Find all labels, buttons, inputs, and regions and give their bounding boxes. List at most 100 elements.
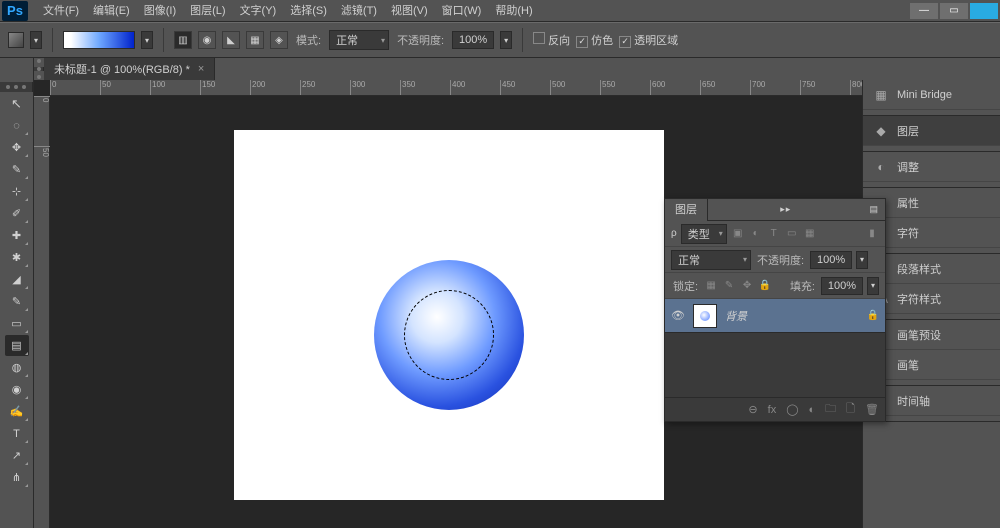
document-tab[interactable]: 未标题-1 @ 100%(RGB/8) * × (44, 58, 215, 80)
layer-fill-field[interactable]: 100% (821, 277, 863, 295)
filter-adjust-icon[interactable]: ◐ (749, 227, 763, 241)
filter-pixel-icon[interactable]: ▣ (731, 227, 745, 241)
dock-label: 图层 (897, 123, 919, 139)
layer-fill-dropdown[interactable]: ▾ (867, 277, 879, 295)
dock-label: 时间轴 (897, 393, 930, 409)
menu-window[interactable]: 窗口(W) (435, 0, 489, 22)
menu-image[interactable]: 图像(I) (137, 0, 183, 22)
minimize-button[interactable]: — (910, 3, 938, 19)
ruler-tick: 600 (650, 80, 665, 96)
filter-shape-icon[interactable]: ▭ (785, 227, 799, 241)
lock-transparent-icon[interactable]: ▦ (704, 279, 718, 293)
layer-fx-icon[interactable]: fx (768, 404, 777, 416)
menu-type[interactable]: 文字(Y) (233, 0, 284, 22)
crop-tool[interactable]: ⊹ (5, 181, 29, 202)
close-button[interactable] (970, 3, 998, 19)
separator (163, 28, 164, 52)
gradient-linear-icon[interactable]: ▥ (174, 31, 192, 49)
marquee-tool[interactable]: ◌ (5, 115, 29, 136)
lock-position-icon[interactable]: ✥ (740, 279, 754, 293)
layer-lock-row: 锁定: ▦ ✎ ✥ 🔒 填充: 100% ▾ (665, 273, 885, 299)
blend-mode-dropdown[interactable]: 正常 (329, 30, 389, 50)
gradient-radial-icon[interactable]: ◉ (198, 31, 216, 49)
menu-help[interactable]: 帮助(H) (488, 0, 539, 22)
layers-tab[interactable]: 图层 (665, 199, 708, 221)
gradient-diamond-icon[interactable]: ◈ (270, 31, 288, 49)
dock-label: 段落样式 (897, 261, 941, 277)
eraser-tool[interactable]: ▭ (5, 313, 29, 334)
eyedropper-tool[interactable]: ✐ (5, 203, 29, 224)
filter-kind-dropdown[interactable]: 类型 (681, 224, 727, 244)
layer-opacity-dropdown[interactable]: ▾ (856, 251, 868, 269)
opacity-dropdown[interactable]: ▾ (500, 31, 512, 49)
visibility-icon[interactable]: 👁 (671, 309, 685, 322)
filter-toggle[interactable]: ▮ (865, 227, 879, 241)
blur-tool[interactable]: ◍ (5, 357, 29, 378)
menu-bar: Ps 文件(F) 编辑(E) 图像(I) 图层(L) 文字(Y) 选择(S) 滤… (0, 0, 1000, 22)
layer-row-background[interactable]: 👁 背景 🔒 (665, 299, 885, 333)
reverse-checkbox[interactable]: 反向 (533, 32, 570, 48)
dock-item-调整[interactable]: ◐调整 (863, 152, 1000, 182)
brush-tool[interactable]: ✱ (5, 247, 29, 268)
dock-label: 字符 (897, 225, 919, 241)
pen-tool[interactable]: ✍ (5, 401, 29, 422)
stamp-tool[interactable]: ◢ (5, 269, 29, 290)
layer-blend-dropdown[interactable]: 正常 (671, 250, 751, 270)
gradient-reflected-icon[interactable]: ▦ (246, 31, 264, 49)
menu-file[interactable]: 文件(F) (36, 0, 86, 22)
group-icon[interactable]: 🗀 (825, 400, 836, 419)
panel-collapse-icon[interactable]: ▸▸ (774, 204, 797, 215)
filter-type-icon[interactable]: T (767, 227, 781, 241)
lock-all-icon[interactable]: 🔒 (758, 279, 772, 293)
ruler-tick: 150 (200, 80, 215, 96)
ruler-tick: 50 (100, 80, 111, 96)
tab-handle-icon[interactable] (34, 67, 44, 71)
ruler-horizontal: 0501001502002503003504004505005506006507… (50, 80, 862, 96)
panel-menu-icon[interactable]: ▤ (863, 204, 885, 215)
menu-edit[interactable]: 编辑(E) (86, 0, 137, 22)
document-canvas[interactable] (234, 130, 664, 500)
history-brush-tool[interactable]: ✎ (5, 291, 29, 312)
new-layer-icon[interactable]: 🗋 (846, 400, 855, 419)
wand-tool[interactable]: ✎ (5, 159, 29, 180)
maximize-button[interactable]: ▭ (940, 3, 968, 19)
menu-layer[interactable]: 图层(L) (183, 0, 232, 22)
layer-name[interactable]: 背景 (725, 308, 747, 324)
filter-smart-icon[interactable]: ▦ (803, 227, 817, 241)
layer-mask-icon[interactable]: ◯ (786, 403, 798, 416)
gradient-tool[interactable]: ▤ (5, 335, 29, 356)
heal-tool[interactable]: ✚ (5, 225, 29, 246)
layer-thumbnail[interactable] (693, 304, 717, 328)
gradient-picker[interactable] (63, 31, 135, 49)
dock-item-图层[interactable]: ◆图层 (863, 116, 1000, 146)
toolbox-handle[interactable] (0, 82, 33, 92)
canvas-area[interactable]: 0501001502002503003504004505005506006507… (34, 80, 862, 528)
move-tool[interactable]: ↖ (5, 93, 29, 114)
close-tab-icon[interactable]: × (198, 63, 204, 75)
opacity-field[interactable]: 100% (452, 31, 494, 49)
tool-preset-dropdown[interactable]: ▾ (30, 31, 42, 49)
adjustment-layer-icon[interactable]: ◐ (809, 404, 816, 416)
dock-item-Mini Bridge[interactable]: ▦Mini Bridge (863, 80, 1000, 110)
path-tool[interactable]: ↗ (5, 445, 29, 466)
menu-select[interactable]: 选择(S) (283, 0, 334, 22)
type-tool[interactable]: T (5, 423, 29, 444)
menu-filter[interactable]: 滤镜(T) (334, 0, 384, 22)
dodge-tool[interactable]: ◉ (5, 379, 29, 400)
lasso-tool[interactable]: ✥ (5, 137, 29, 158)
gradient-dropdown[interactable]: ▾ (141, 31, 153, 49)
dither-checkbox[interactable]: 仿色 (576, 32, 613, 48)
tool-preset-icon[interactable] (8, 32, 24, 48)
lock-pixel-icon[interactable]: ✎ (722, 279, 736, 293)
marquee-selection (404, 290, 494, 380)
transparency-checkbox[interactable]: 透明区域 (619, 32, 678, 48)
delete-layer-icon[interactable]: 🗑 (865, 403, 879, 416)
ruler-tick: 0 (50, 80, 56, 96)
dock-icon: ◐ (873, 160, 889, 174)
layer-opacity-field[interactable]: 100% (810, 251, 852, 269)
gradient-angle-icon[interactable]: ◣ (222, 31, 240, 49)
menu-view[interactable]: 视图(V) (384, 0, 435, 22)
separator (522, 28, 523, 52)
link-layers-icon[interactable]: ⊖ (748, 403, 757, 416)
shape-tool[interactable]: ⋔ (5, 467, 29, 488)
